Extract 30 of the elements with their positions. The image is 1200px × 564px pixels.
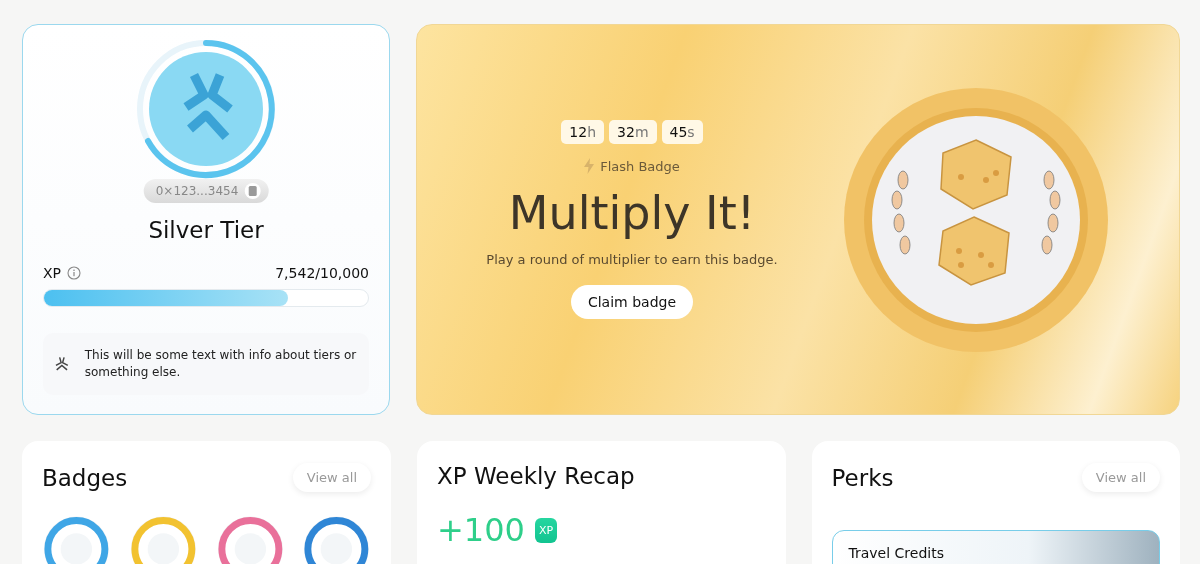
timer-chip: 12h bbox=[561, 120, 605, 144]
perks-title: Perks bbox=[831, 464, 894, 491]
badge-icon[interactable] bbox=[42, 514, 111, 564]
timer-chip: 32m bbox=[609, 120, 657, 144]
perk-card[interactable]: Travel Credits bbox=[831, 530, 1160, 564]
xp-label: XP bbox=[43, 265, 62, 281]
xp-value: 7,542/10,000 bbox=[275, 265, 369, 281]
badge-icon[interactable] bbox=[215, 514, 285, 564]
badge-type-label: Flash Badge bbox=[600, 158, 680, 174]
tier-emblem-icon bbox=[136, 39, 276, 179]
info-icon[interactable] bbox=[67, 266, 82, 280]
claim-badge-button[interactable]: Claim badge bbox=[570, 285, 694, 319]
info-text: This will be some text with info about tiers or something else. bbox=[84, 347, 358, 381]
xp-badge: XP bbox=[534, 517, 558, 543]
wallet-address-chip[interactable]: 0×123...3454 bbox=[143, 179, 269, 203]
tier-title: Silver Tier bbox=[148, 217, 264, 243]
badge-icon[interactable] bbox=[128, 514, 198, 564]
flash-description: Play a round of multiplier to earn this badge. bbox=[486, 252, 778, 267]
wallet-address: 0×123...3454 bbox=[155, 184, 239, 198]
recap-title: XP Weekly Recap bbox=[437, 463, 635, 489]
lightning-icon bbox=[584, 158, 595, 174]
view-all-button[interactable]: View all bbox=[1081, 463, 1160, 492]
view-all-button[interactable]: View all bbox=[292, 463, 371, 492]
xp-amount: +100 bbox=[437, 511, 525, 549]
badge-icon[interactable] bbox=[302, 514, 371, 564]
badges-title: Badges bbox=[42, 464, 128, 491]
flash-title: Multiply It! bbox=[508, 186, 756, 240]
copy-icon[interactable] bbox=[244, 183, 261, 199]
timer-chip: 45s bbox=[661, 120, 703, 144]
perk-title: Travel Credits bbox=[848, 545, 944, 561]
